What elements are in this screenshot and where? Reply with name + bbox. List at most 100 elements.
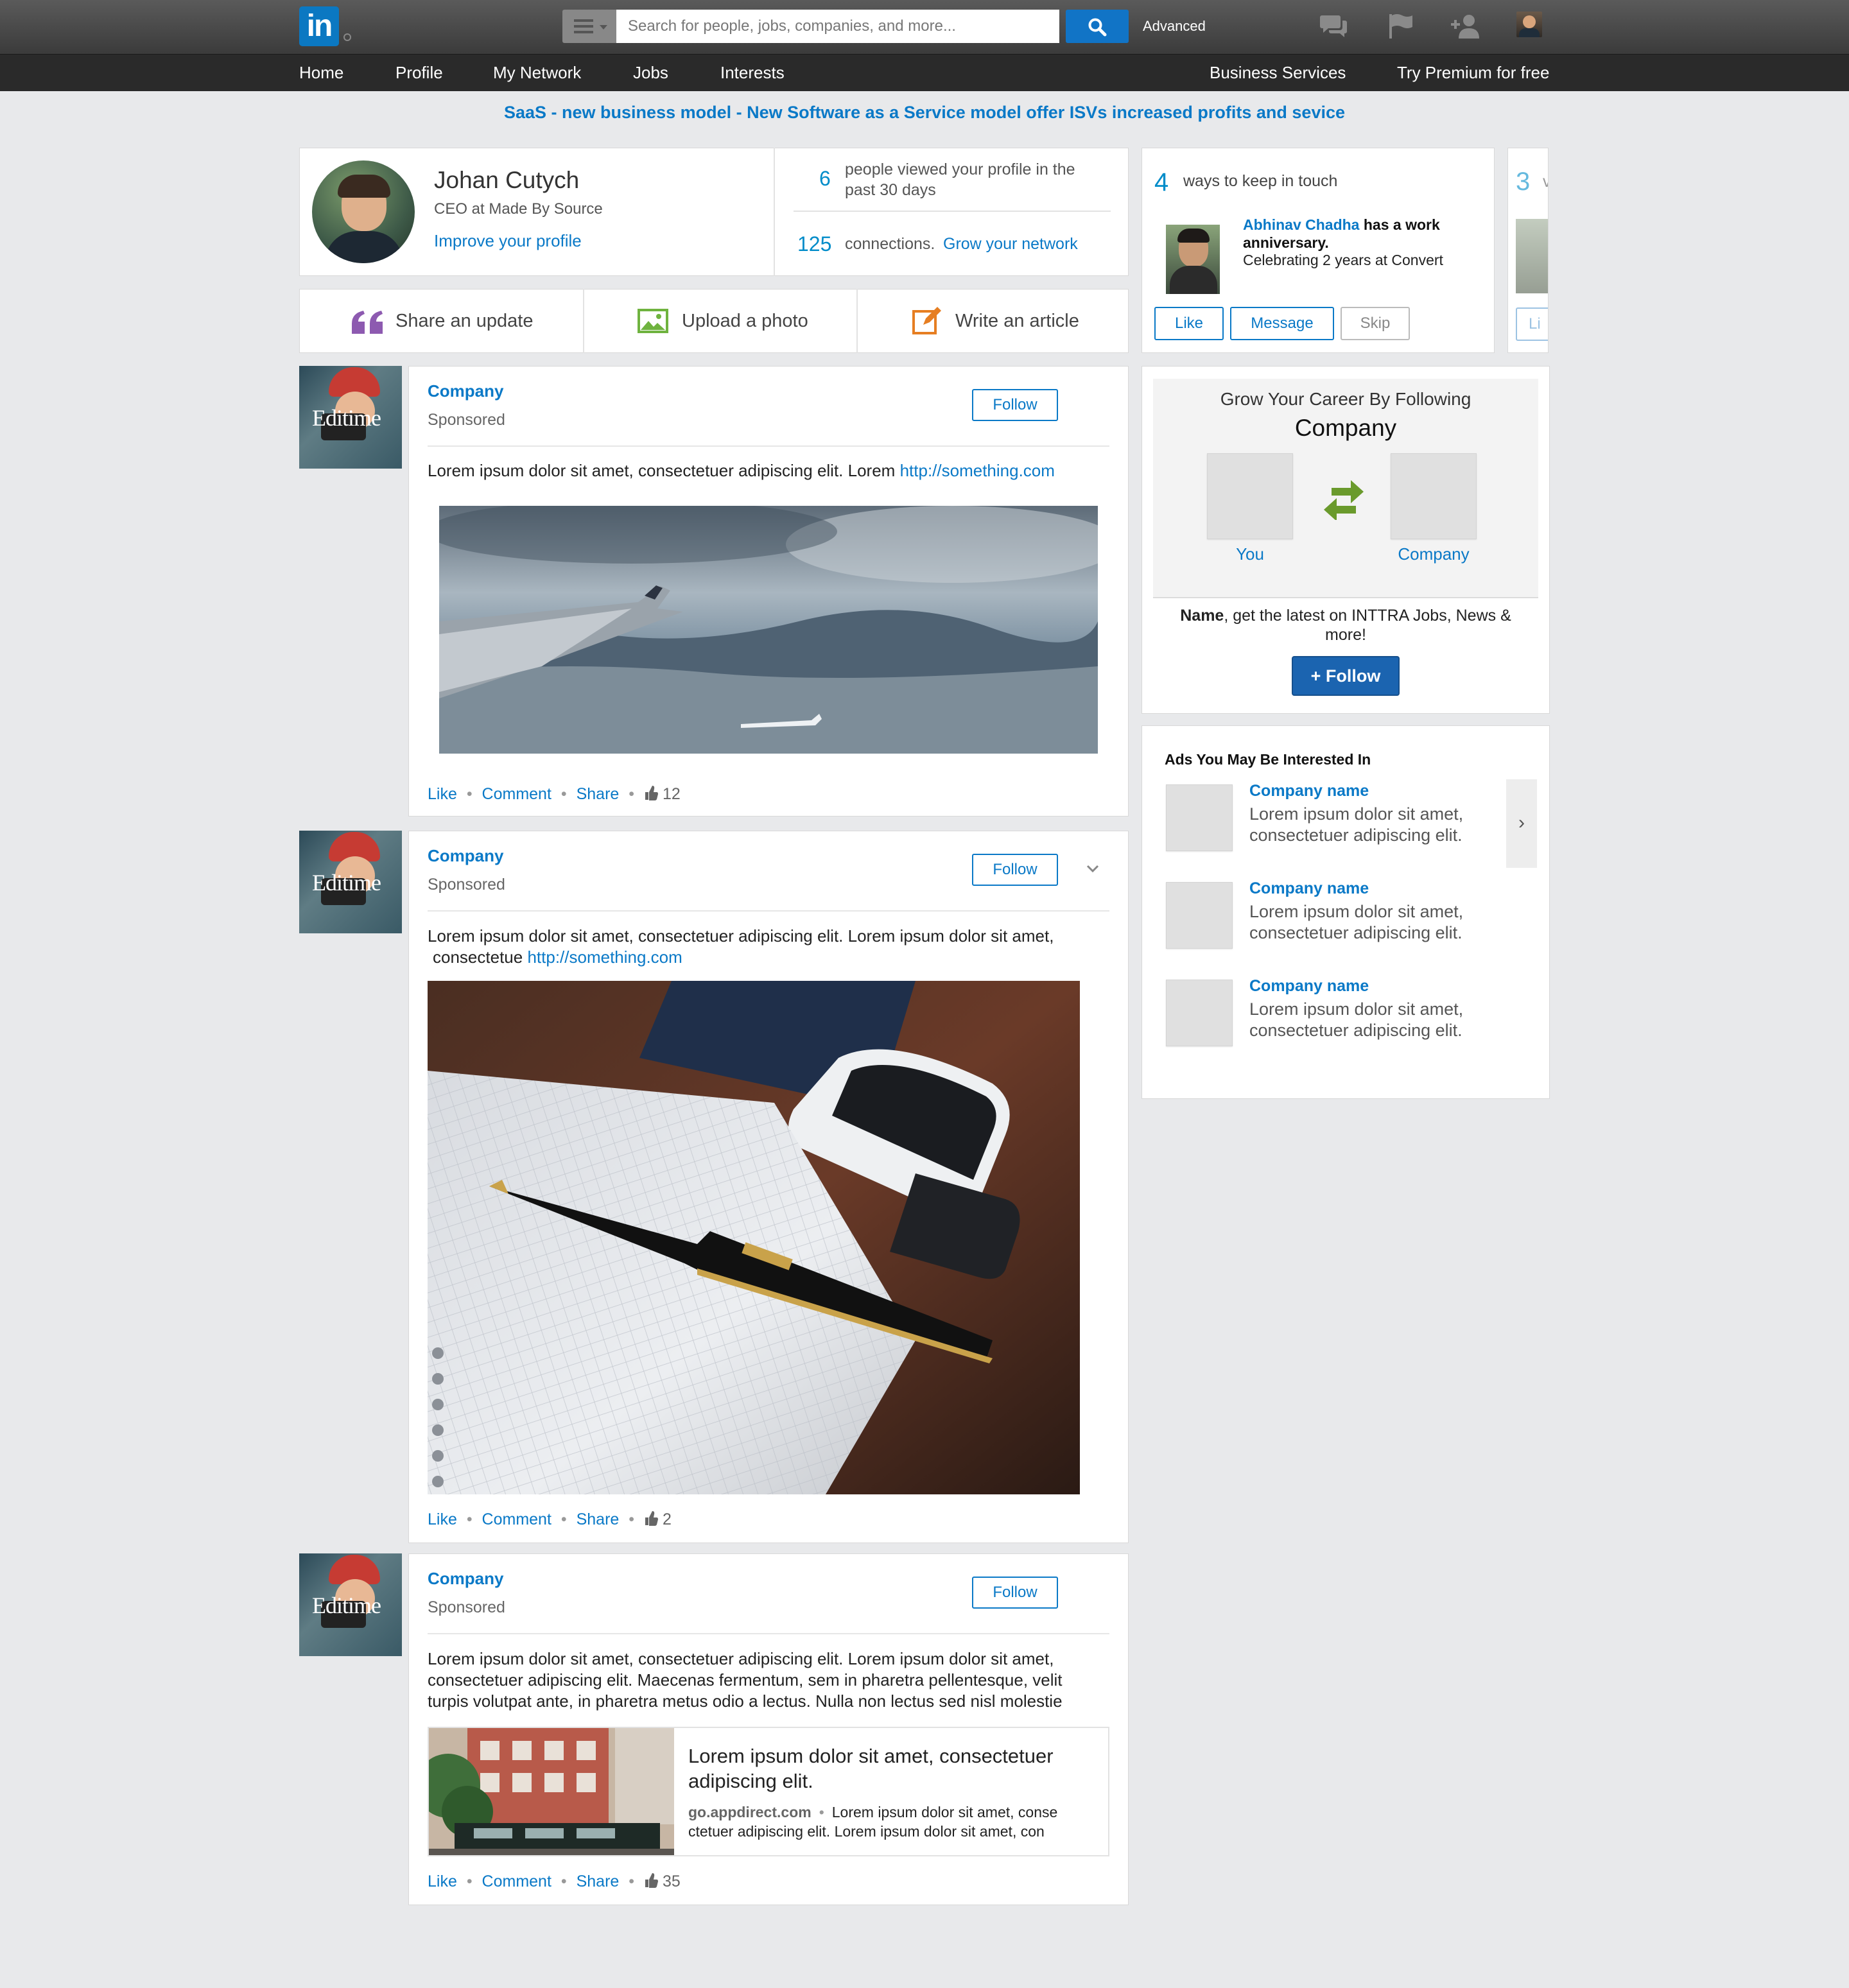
keep-in-touch-text: ways to keep in touch	[1183, 172, 1338, 190]
follow-button[interactable]: Follow	[972, 854, 1058, 886]
profile-views-count[interactable]: 6	[819, 167, 831, 191]
skip-button[interactable]: Skip	[1341, 307, 1410, 340]
company-logo[interactable]: Editime	[299, 366, 402, 469]
post-actions: Like • Comment • Share • 2	[428, 1510, 672, 1529]
nav-profile[interactable]: Profile	[395, 63, 443, 83]
upload-photo-button[interactable]: Upload a photo	[584, 289, 856, 353]
link-preview-title[interactable]: Lorem ipsum dolor sit amet, consectetuer…	[688, 1743, 1086, 1794]
share-link[interactable]: Share	[577, 1510, 620, 1528]
divider	[1153, 597, 1538, 598]
improve-profile-link[interactable]: Improve your profile	[434, 231, 582, 251]
chevron-down-icon[interactable]	[1086, 864, 1099, 873]
nav-interests[interactable]: Interests	[720, 63, 785, 83]
promo-banner-link[interactable]: SaaS - new business model - New Software…	[0, 103, 1849, 123]
share-link[interactable]: Share	[577, 1872, 620, 1890]
profile-name[interactable]: Johan Cutych	[434, 167, 579, 194]
ad-image-placeholder[interactable]	[1166, 882, 1233, 949]
next-keep-in-touch-card[interactable]: 3 v Li	[1507, 148, 1549, 353]
follow-button[interactable]: Follow	[972, 389, 1058, 421]
follow-button[interactable]: Follow	[972, 1577, 1058, 1609]
share-link[interactable]: Share	[577, 785, 620, 803]
add-connection-icon[interactable]	[1450, 13, 1483, 40]
ad-desc-line-2: consectetuer adipiscing elit.	[1249, 825, 1463, 845]
post-company-name[interactable]: Company	[428, 846, 503, 866]
ads-next-arrow[interactable]: ›	[1506, 779, 1537, 868]
comment-link[interactable]: Comment	[482, 1510, 551, 1528]
message-button[interactable]: Message	[1230, 307, 1334, 340]
nav-try-premium[interactable]: Try Premium for free	[1397, 63, 1549, 83]
like-link[interactable]: Like	[428, 1872, 457, 1890]
flag-icon[interactable]	[1387, 13, 1412, 40]
anniversary-text: Abhinav Chadha has a work anniversary.	[1243, 216, 1474, 252]
follow-text: , get the latest on INTTRA Jobs, News &	[1224, 607, 1511, 625]
post-body: Lorem ipsum dolor sit amet, consectetuer…	[428, 461, 896, 480]
share-update-button[interactable]: Share an update	[299, 289, 583, 353]
like-link[interactable]: Like	[428, 785, 457, 803]
follow-company-button[interactable]: + Follow	[1292, 656, 1400, 696]
post-company-name[interactable]: Company	[428, 381, 503, 401]
keep-in-touch-count: 4	[1154, 168, 1169, 196]
company-label[interactable]: Company	[1378, 544, 1489, 564]
messages-icon[interactable]	[1319, 13, 1349, 40]
separator: •	[629, 1872, 635, 1890]
next-like-button[interactable]: Li	[1516, 307, 1548, 341]
company-logo-text: Editime	[312, 1593, 381, 1618]
like-count: 12	[662, 785, 681, 803]
follow-text-2: more!	[1325, 626, 1366, 644]
nav-home[interactable]: Home	[299, 63, 343, 83]
nav-business-services[interactable]: Business Services	[1210, 63, 1346, 83]
ad-desc-line-1: Lorem ipsum dolor sit amet,	[1249, 902, 1464, 921]
search-input[interactable]	[616, 10, 1059, 43]
follow-name: Name	[1180, 607, 1224, 625]
post-body-line-2: consectetue	[433, 947, 523, 967]
nav-my-network[interactable]: My Network	[493, 63, 581, 83]
ad-company-name[interactable]: Company name	[1249, 782, 1369, 800]
anniversary-detail: Celebrating 2 years at Convert	[1243, 252, 1443, 268]
sponsored-label: Sponsored	[428, 411, 505, 429]
write-article-button[interactable]: Write an article	[858, 289, 1129, 353]
link-preview-desc-2: ctetuer adipiscing elit. Lorem ipsum dol…	[688, 1823, 1045, 1840]
ad-image-placeholder[interactable]	[1166, 784, 1233, 851]
linkedin-logo[interactable]: in	[299, 6, 339, 46]
follow-company-name[interactable]: Company	[1153, 415, 1538, 442]
ad-company-name[interactable]: Company name	[1249, 879, 1369, 898]
post-actions: Like • Comment • Share • 12	[428, 784, 681, 804]
company-logo[interactable]: Editime	[299, 1553, 402, 1656]
thumbs-up-icon	[645, 1511, 658, 1526]
company-logo[interactable]: Editime	[299, 831, 402, 933]
contact-photo[interactable]	[1166, 225, 1220, 294]
post-image-pen-notebook[interactable]	[428, 981, 1080, 1494]
like-count: 2	[662, 1510, 672, 1528]
you-placeholder-image	[1207, 453, 1293, 539]
search-button[interactable]	[1066, 10, 1129, 43]
separator: •	[466, 785, 473, 803]
company-placeholder-image	[1391, 453, 1477, 539]
main-nav	[0, 54, 1849, 91]
post-text: Lorem ipsum dolor sit amet, consectetuer…	[428, 461, 1055, 481]
search-icon	[1088, 18, 1107, 37]
post-url-link[interactable]: http://something.com	[527, 947, 682, 967]
contact-name-link[interactable]: Abhinav Chadha	[1243, 216, 1359, 233]
like-link[interactable]: Like	[428, 1510, 457, 1528]
nav-jobs[interactable]: Jobs	[633, 63, 668, 83]
comment-link[interactable]: Comment	[482, 1872, 551, 1890]
ad-image-placeholder[interactable]	[1166, 980, 1233, 1046]
divider	[428, 910, 1109, 912]
profile-photo[interactable]	[312, 160, 415, 263]
post-body-line-3: turpis volutpat ante, in pharetra metus …	[428, 1691, 1063, 1711]
post-company-name[interactable]: Company	[428, 1569, 503, 1589]
post-image-airplane-wing[interactable]	[439, 506, 1098, 754]
comment-link[interactable]: Comment	[482, 785, 551, 803]
advanced-search-link[interactable]: Advanced	[1143, 18, 1206, 35]
like-anniversary-button[interactable]: Like	[1154, 307, 1224, 340]
page: { "topbar": { "logo": "in", "search_plac…	[0, 0, 1849, 1988]
ad-company-name[interactable]: Company name	[1249, 977, 1369, 996]
link-preview-domain: go.appdirect.com	[688, 1804, 812, 1820]
grow-network-link[interactable]: Grow your network	[943, 235, 1078, 254]
post-url-link[interactable]: http://something.com	[900, 461, 1055, 480]
connections-count[interactable]: 125	[797, 232, 831, 256]
search-category-dropdown[interactable]	[562, 10, 616, 43]
user-avatar-thumbnail[interactable]	[1516, 12, 1542, 37]
ad-desc-line-1: Lorem ipsum dolor sit amet,	[1249, 804, 1464, 824]
next-text: v	[1543, 173, 1548, 191]
